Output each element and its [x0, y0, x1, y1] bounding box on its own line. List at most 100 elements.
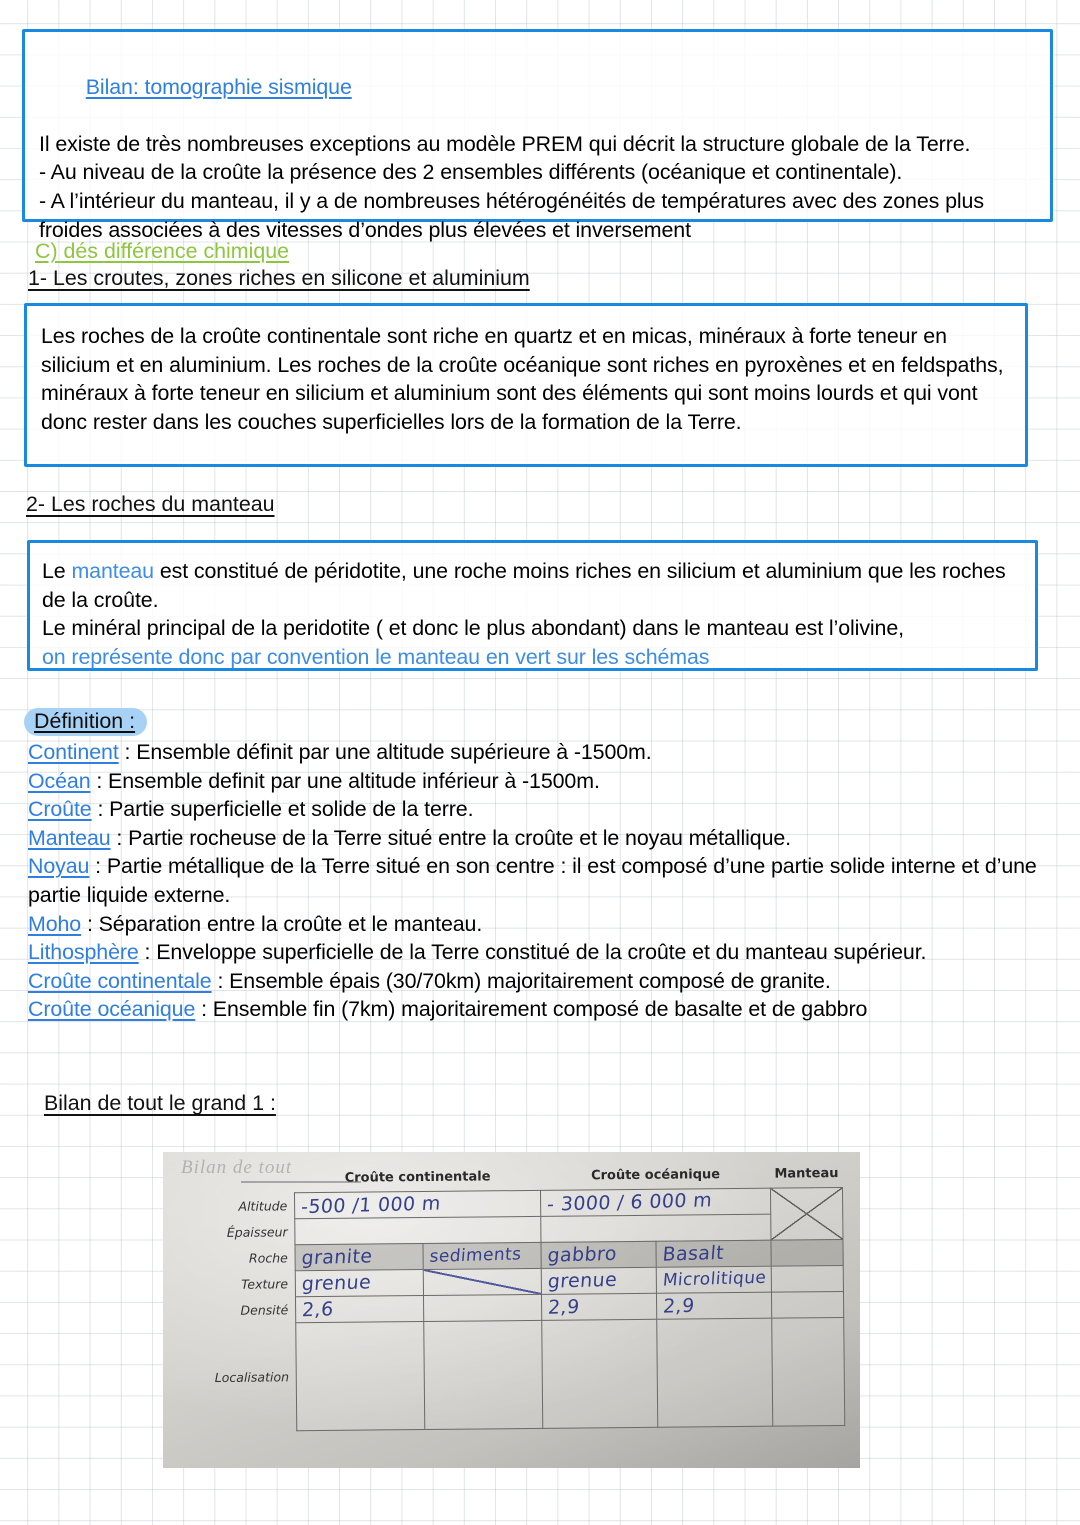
cell-texture-grenue-2: grenue: [541, 1266, 657, 1294]
handwriting-roche-gabbro: gabbro: [546, 1242, 618, 1267]
handwriting-roche-basalt: Basalt: [661, 1241, 726, 1266]
definition-text-noyau: : Partie métallique de la Terre situé en…: [28, 854, 1037, 907]
cell-altitude-continentale: -500 /1 000 m: [294, 1189, 541, 1219]
cell-densite-c3: 2,9: [541, 1292, 657, 1320]
definition-badge: Définition :: [24, 708, 148, 736]
callout-manteau: Le manteau est constitué de péridotite, …: [27, 540, 1038, 671]
handwriting-texture-grenue-1: grenue: [301, 1271, 373, 1296]
table-row-label-epaisseur: Épaisseur: [226, 1223, 288, 1240]
handwriting-altitude-oceanique: - 3000 / 6 000 m: [546, 1189, 714, 1216]
callout-bilan-line-3: - A l’intérieur du manteau, il y a de no…: [39, 188, 990, 242]
handwriting-epaisseur-oceanique: [542, 1225, 771, 1231]
definition-item-croute-oceanique: Croûte océanique : Ensemble fin (7km) ma…: [28, 995, 1038, 1024]
definition-term-croute: Croûte: [28, 797, 92, 822]
definitions-block: Définition : Continent : Ensemble défini…: [24, 708, 1038, 1024]
cell-roche-manteau: [771, 1238, 844, 1266]
callout-manteau-seg-c: est constitué de péridotite, une roche m…: [42, 559, 1012, 612]
handwriting-roche-granite: granite: [300, 1245, 374, 1270]
callout-bilan-title-text: Bilan: tomographie sismique: [85, 74, 352, 99]
cell-roche-sediments: sediments: [423, 1241, 542, 1270]
handwriting-localisation-c2: [425, 1373, 542, 1376]
definition-text-manteau: : Partie rocheuse de la Terre situé entr…: [110, 825, 792, 850]
cell-epaisseur-oceanique: [540, 1213, 772, 1242]
callout-bilan-line-1: Il existe de très nombreuses exceptions …: [39, 131, 971, 156]
handwriting-epaisseur-continentale: [296, 1227, 541, 1234]
cell-localisation-c4: [656, 1317, 773, 1427]
callout-manteau-line-1: Le manteau est constitué de péridotite, …: [42, 557, 1019, 614]
callout-croutes-text: Les roches de la croûte continentale son…: [41, 324, 1010, 434]
cell-texture-slash: [423, 1267, 542, 1296]
definition-term-lithosphere: Lithosphère: [28, 940, 139, 965]
definition-term-continent: Continent: [28, 740, 119, 764]
definition-item-moho: Moho : Séparation entre la croûte et le …: [28, 910, 1038, 939]
handwriting-localisation-c3: [543, 1372, 657, 1375]
handwritten-table-photo: Bilan de tout Croûte continentale Croûte…: [163, 1152, 860, 1468]
handwriting-texture-grenue-2: grenue: [547, 1268, 619, 1293]
definition-term-croute-continentale: Croûte continentale: [28, 968, 212, 993]
definition-item-manteau: Manteau : Partie rocheuse de la Terre si…: [28, 824, 1038, 853]
table-row-localisation: Localisation: [214, 1316, 845, 1431]
handwriting-densite-c3: 2,9: [547, 1295, 581, 1319]
handwriting-localisation-c1: [297, 1374, 424, 1377]
definition-text-croute-continentale: : Ensemble épais (30/70km) majoritaireme…: [211, 968, 831, 993]
heading-1-crusts: 1- Les croutes, zones riches en silicone…: [28, 266, 530, 290]
callout-manteau-line-2: Le minéral principal de la peridotite ( …: [42, 616, 904, 641]
table-row-label-localisation: Localisation: [214, 1368, 290, 1385]
cell-altitude-oceanique: - 3000 / 6 000 m: [540, 1187, 771, 1216]
table-row-label-altitude: Altitude: [238, 1197, 288, 1214]
definition-item-ocean: Océan : Ensemble definit par une altitud…: [28, 767, 1038, 796]
handwriting-densite-c4: 2,9: [662, 1294, 696, 1318]
definition-item-croute-continentale: Croûte continentale : Ensemble épais (30…: [28, 967, 1038, 996]
table-col-header-manteau: Manteau: [774, 1166, 839, 1182]
definition-term-manteau: Manteau: [28, 825, 111, 850]
definition-item-croute: Croûte : Partie superficielle et solide …: [28, 795, 1038, 824]
heading-c-chemical-difference: C) dés différence chimique: [35, 239, 290, 263]
cell-densite-manteau: [771, 1290, 844, 1318]
handwriting-densite-c1: 2,6: [301, 1298, 335, 1322]
cell-densite-c1: 2,6: [295, 1295, 424, 1323]
heading-bilan-grand-1: Bilan de tout le grand 1 :: [44, 1091, 276, 1115]
definition-text-lithosphere: : Enveloppe superficielle de la Terre co…: [138, 940, 927, 965]
callout-manteau-line-3: on représente donc par convention le man…: [42, 644, 710, 669]
definition-item-lithosphere: Lithosphère : Enveloppe superficielle de…: [28, 938, 1038, 967]
cell-localisation-c2: [423, 1319, 543, 1430]
callout-manteau-seg-a: Le: [42, 559, 72, 583]
definition-text-ocean: : Ensemble definit par une altitude infé…: [90, 768, 600, 793]
table-row-label-densite: Densité: [240, 1301, 289, 1318]
table-row-label-roche: Roche: [248, 1249, 288, 1266]
cell-localisation-c1: [295, 1321, 425, 1431]
cell-texture-grenue-1: grenue: [295, 1269, 424, 1297]
cell-localisation-manteau: [771, 1316, 845, 1426]
cell-densite-c2: [423, 1293, 542, 1322]
table-row-label-texture: Texture: [241, 1275, 289, 1292]
handwriting-texture-microlitique: Microlitique: [662, 1267, 768, 1291]
handwriting-roche-sediments: sediments: [429, 1244, 523, 1267]
cell-densite-c4: 2,9: [656, 1291, 772, 1319]
handwritten-table: Croûte continentale Croûte océanique Man…: [213, 1161, 846, 1432]
table-col-header-croute-continentale: Croûte continentale: [344, 1169, 491, 1187]
note-page: Bilan: tomographie sismique Il existe de…: [0, 0, 1080, 1525]
cell-roche-granite: granite: [295, 1243, 424, 1271]
definition-term-croute-oceanique: Croûte océanique: [28, 997, 196, 1022]
definition-text-continent: : Ensemble définit par une altitude supé…: [118, 740, 652, 764]
handwriting-texture-slash: [423, 1268, 542, 1295]
cell-altitude-manteau-crossed: [770, 1186, 843, 1240]
cell-texture-microlitique: Microlitique: [656, 1265, 772, 1293]
callout-bilan-title: Bilan: tomographie sismique: [39, 44, 1036, 130]
cell-roche-gabbro: gabbro: [541, 1240, 657, 1268]
definition-text-croute-oceanique: : Ensemble fin (7km) majoritairement com…: [195, 997, 868, 1022]
definition-term-ocean: Océan: [28, 768, 91, 793]
handwriting-localisation-c4: [658, 1371, 772, 1374]
callout-manteau-keyword-manteau: manteau: [71, 559, 154, 583]
heading-2-mantle-rocks: 2- Les roches du manteau: [26, 492, 275, 516]
table-corner-cell: [213, 1166, 295, 1193]
cell-localisation-c3: [541, 1318, 658, 1428]
definition-term-moho: Moho: [28, 911, 82, 936]
cell-epaisseur-continentale: [294, 1215, 542, 1245]
cell-texture-manteau: [771, 1264, 844, 1292]
definition-term-noyau: Noyau: [28, 854, 90, 879]
cell-roche-basalt: Basalt: [656, 1239, 772, 1267]
definition-text-moho: : Séparation entre la croûte et le mante…: [81, 911, 483, 936]
callout-bilan-tomographie: Bilan: tomographie sismique Il existe de…: [22, 29, 1053, 242]
handwriting-densite-c2: [424, 1306, 541, 1309]
